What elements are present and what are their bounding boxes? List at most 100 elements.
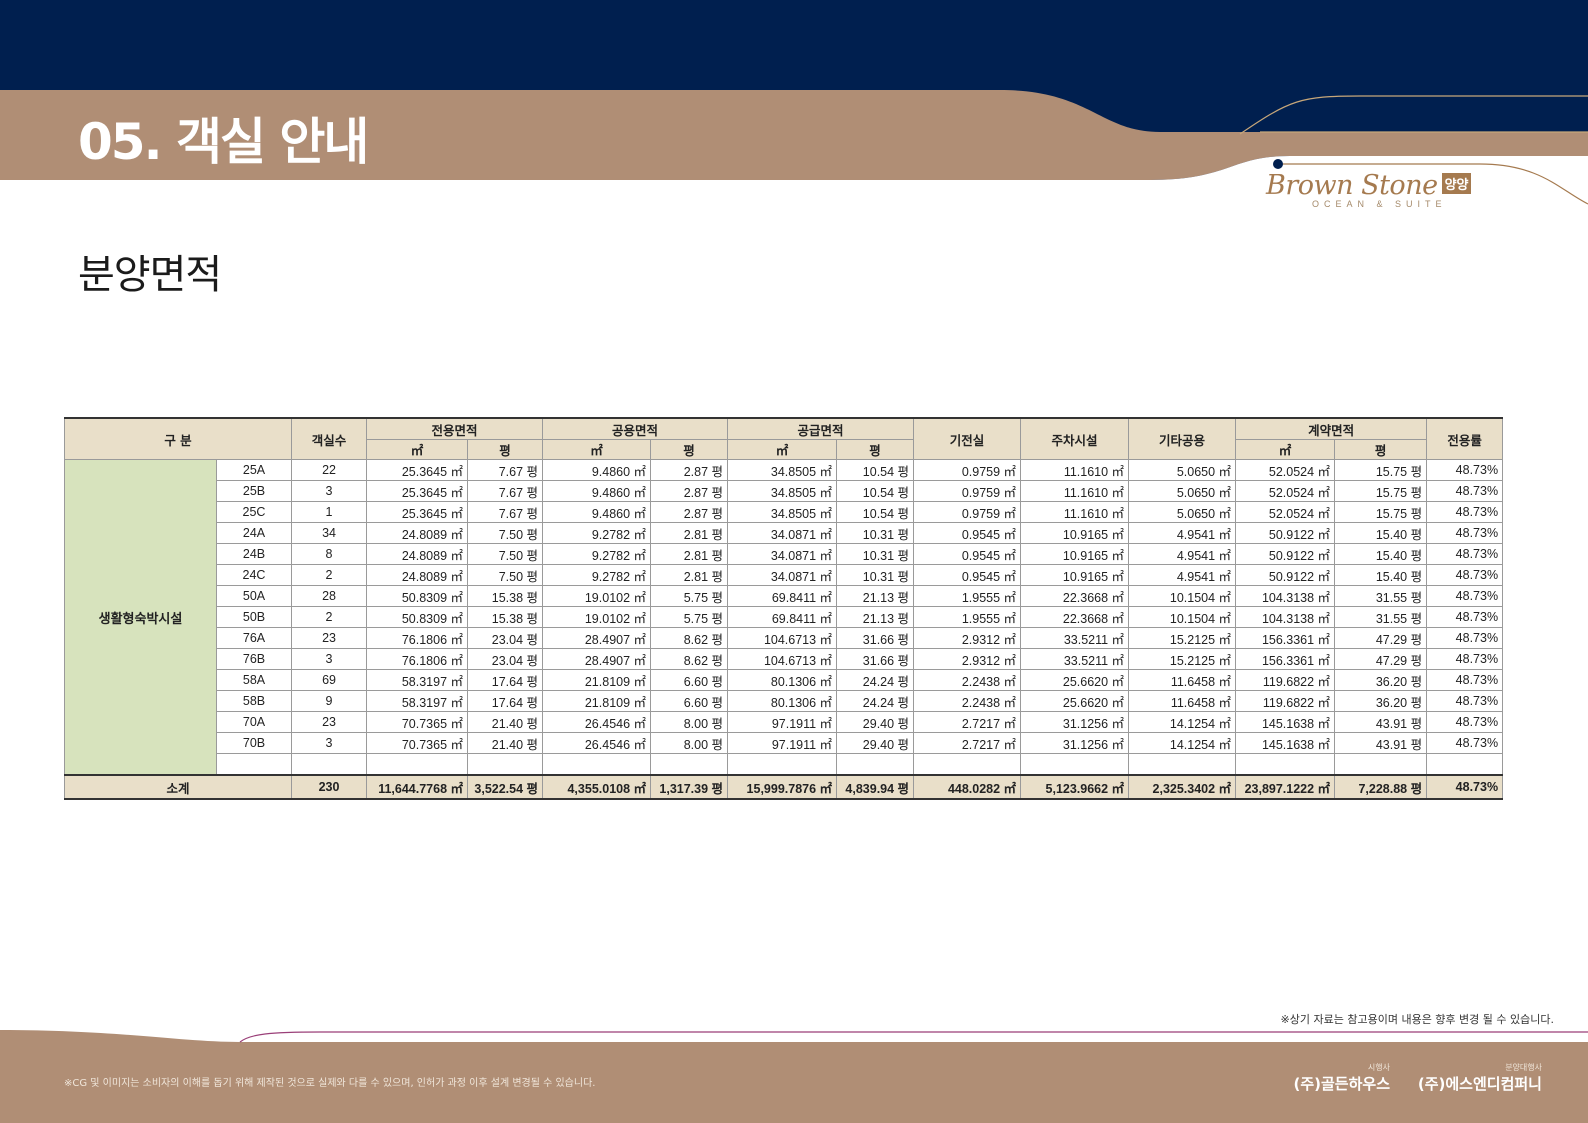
room-count-cell: 3 bbox=[291, 648, 368, 670]
brand-logo: Brown Stone 양양 OCEAN & SUITE bbox=[1266, 170, 1486, 209]
value-cell-ct-py: 47.29 평 bbox=[1334, 627, 1428, 649]
value-cell-ct-py: 36.20 평 bbox=[1334, 690, 1428, 712]
value-cell-su-py: 10.31 평 bbox=[836, 543, 915, 565]
total-co-py: 1,317.39 평 bbox=[650, 774, 729, 800]
empty-cell bbox=[291, 753, 368, 776]
value-cell-ex-m2: 76.1806 ㎡ bbox=[366, 648, 469, 670]
value-cell-park: 25.6620 ㎡ bbox=[1020, 690, 1130, 712]
total-other: 2,325.3402 ㎡ bbox=[1128, 774, 1237, 800]
value-cell-su-py: 29.40 평 bbox=[836, 711, 915, 733]
value-cell-ct-py: 36.20 평 bbox=[1334, 669, 1428, 691]
value-cell-ct-py: 43.91 평 bbox=[1334, 732, 1428, 754]
value-cell-other: 15.2125 ㎡ bbox=[1128, 648, 1237, 670]
value-cell-co-py: 6.60 평 bbox=[650, 690, 729, 712]
unit-py: 평 bbox=[467, 439, 544, 460]
value-cell-ex-py: 7.50 평 bbox=[467, 543, 544, 565]
table-row: 생활형숙박시설 25A 22 25.3645 ㎡ 7.67 평 9.4860 ㎡ 2.87 … bbox=[64, 459, 1504, 776]
room-count-cell: 2 bbox=[291, 564, 368, 586]
value-cell-ct-m2: 52.0524 ㎡ bbox=[1235, 459, 1336, 481]
value-cell-ct-py: 15.75 평 bbox=[1334, 480, 1428, 502]
room-type-cell: 50A bbox=[215, 585, 293, 607]
table-row: 24B 8 24.8089 ㎡ 7.50 평 9.2782 ㎡ 2.81 평 34.0871… bbox=[65, 543, 1504, 565]
empty-cell bbox=[913, 753, 1022, 776]
value-cell-su-m2: 34.0871 ㎡ bbox=[727, 522, 838, 544]
value-cell-other: 4.9541 ㎡ bbox=[1128, 522, 1237, 544]
value-cell-ex-m2: 24.8089 ㎡ bbox=[366, 543, 469, 565]
value-cell-ct-py: 43.91 평 bbox=[1334, 711, 1428, 733]
total-ct-py: 7,228.88 평 bbox=[1334, 774, 1428, 800]
value-cell-ratio: 48.73% bbox=[1426, 480, 1504, 502]
total-su-m2: 15,999.7876 ㎡ bbox=[727, 774, 838, 800]
value-cell-ex-py: 7.67 평 bbox=[467, 459, 544, 481]
room-type-cell: 76B bbox=[215, 648, 293, 670]
value-cell-other: 11.6458 ㎡ bbox=[1128, 690, 1237, 712]
value-cell-ct-m2: 50.9122 ㎡ bbox=[1235, 522, 1336, 544]
room-count-cell: 3 bbox=[291, 480, 368, 502]
empty-cell bbox=[215, 753, 293, 776]
empty-cell bbox=[727, 753, 838, 776]
room-type-cell: 76A bbox=[215, 627, 293, 649]
value-cell-su-m2: 34.0871 ㎡ bbox=[727, 564, 838, 586]
value-cell-elec: 1.9555 ㎡ bbox=[913, 606, 1022, 628]
value-cell-ex-py: 21.40 평 bbox=[467, 732, 544, 754]
value-cell-su-m2: 34.8505 ㎡ bbox=[727, 480, 838, 502]
value-cell-ex-m2: 25.3645 ㎡ bbox=[366, 459, 469, 481]
value-cell-co-m2: 19.0102 ㎡ bbox=[542, 585, 652, 607]
value-cell-ct-m2: 119.6822 ㎡ bbox=[1235, 669, 1336, 691]
value-cell-co-m2: 9.2782 ㎡ bbox=[542, 564, 652, 586]
value-cell-co-m2: 9.4860 ㎡ bbox=[542, 501, 652, 523]
value-cell-ct-m2: 145.1638 ㎡ bbox=[1235, 711, 1336, 733]
room-type-cell: 24A bbox=[215, 522, 293, 544]
brand-name: Brown Stone bbox=[1266, 170, 1438, 201]
value-cell-park: 11.1610 ㎡ bbox=[1020, 480, 1130, 502]
header-ratio: 전용률 bbox=[1426, 417, 1504, 460]
value-cell-ct-m2: 52.0524 ㎡ bbox=[1235, 480, 1336, 502]
value-cell-ratio: 48.73% bbox=[1426, 606, 1504, 628]
value-cell-co-m2: 9.2782 ㎡ bbox=[542, 543, 652, 565]
value-cell-ex-m2: 50.8309 ㎡ bbox=[366, 606, 469, 628]
value-cell-park: 11.1610 ㎡ bbox=[1020, 501, 1130, 523]
value-cell-su-py: 10.31 평 bbox=[836, 564, 915, 586]
value-cell-su-m2: 97.1911 ㎡ bbox=[727, 732, 838, 754]
value-cell-su-py: 10.31 평 bbox=[836, 522, 915, 544]
value-cell-co-py: 5.75 평 bbox=[650, 606, 729, 628]
value-cell-su-py: 21.13 평 bbox=[836, 585, 915, 607]
value-cell-ct-py: 15.40 평 bbox=[1334, 543, 1428, 565]
value-cell-ct-m2: 50.9122 ㎡ bbox=[1235, 564, 1336, 586]
value-cell-su-m2: 104.6713 ㎡ bbox=[727, 648, 838, 670]
value-cell-su-m2: 80.1306 ㎡ bbox=[727, 669, 838, 691]
total-rooms: 230 bbox=[291, 774, 368, 800]
value-cell-ratio: 48.73% bbox=[1426, 711, 1504, 733]
value-cell-su-py: 31.66 평 bbox=[836, 648, 915, 670]
value-cell-ex-py: 7.67 평 bbox=[467, 480, 544, 502]
room-count-cell: 22 bbox=[291, 459, 368, 481]
value-cell-co-m2: 19.0102 ㎡ bbox=[542, 606, 652, 628]
value-cell-ex-m2: 58.3197 ㎡ bbox=[366, 690, 469, 712]
total-ct-m2: 23,897.1222 ㎡ bbox=[1235, 774, 1336, 800]
value-cell-other: 4.9541 ㎡ bbox=[1128, 564, 1237, 586]
header-exclusive: 전용면적 bbox=[366, 417, 544, 440]
value-cell-co-m2: 26.4546 ㎡ bbox=[542, 711, 652, 733]
unit-py: 평 bbox=[1334, 439, 1428, 460]
builder-company: 시행사 (주)골든하우스 bbox=[1293, 1062, 1390, 1094]
room-type-cell: 25A bbox=[215, 459, 293, 481]
room-type-cell: 58B bbox=[215, 690, 293, 712]
room-count-cell: 1 bbox=[291, 501, 368, 523]
value-cell-ct-py: 15.40 평 bbox=[1334, 564, 1428, 586]
room-count-cell: 23 bbox=[291, 711, 368, 733]
value-cell-ct-py: 47.29 평 bbox=[1334, 648, 1428, 670]
blank-row bbox=[65, 753, 1504, 776]
total-ratio: 48.73% bbox=[1426, 774, 1504, 800]
value-cell-co-py: 2.87 평 bbox=[650, 501, 729, 523]
value-cell-co-py: 2.87 평 bbox=[650, 480, 729, 502]
value-cell-other: 14.1254 ㎡ bbox=[1128, 711, 1237, 733]
value-cell-ct-py: 15.40 평 bbox=[1334, 522, 1428, 544]
agent-role: 분양대행사 bbox=[1505, 1063, 1542, 1072]
brand-badge: 양양 bbox=[1441, 173, 1472, 194]
value-cell-ratio: 48.73% bbox=[1426, 669, 1504, 691]
value-cell-co-py: 5.75 평 bbox=[650, 585, 729, 607]
agent-name: (주)에스엔디컴퍼니 bbox=[1417, 1075, 1542, 1093]
value-cell-ex-py: 21.40 평 bbox=[467, 711, 544, 733]
value-cell-ex-py: 23.04 평 bbox=[467, 627, 544, 649]
value-cell-ct-m2: 145.1638 ㎡ bbox=[1235, 732, 1336, 754]
